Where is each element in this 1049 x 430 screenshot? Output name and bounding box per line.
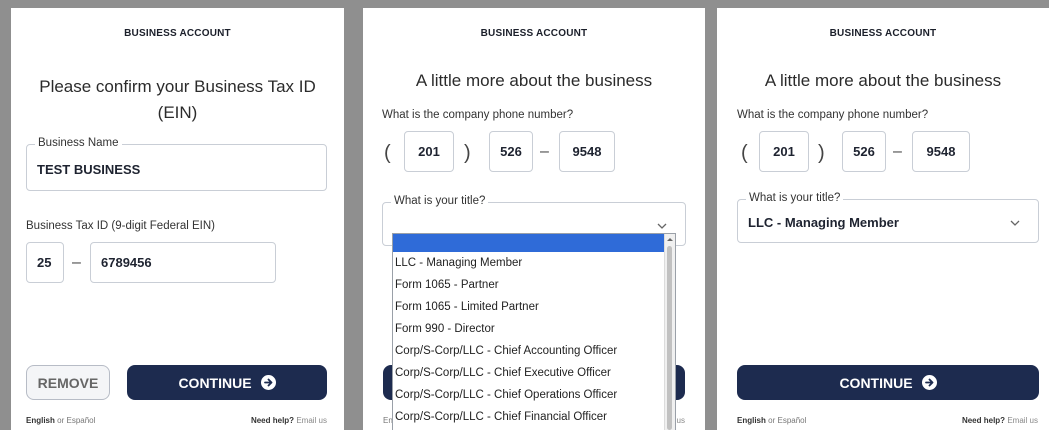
line-number-input[interactable]: 9548 (912, 131, 970, 172)
chevron-down-icon (657, 223, 667, 229)
chevron-down-icon (1010, 220, 1020, 226)
email-us-link[interactable]: Email us (1007, 416, 1038, 425)
spanish-link[interactable]: Español (777, 416, 806, 425)
language-switch: English or Español (737, 416, 806, 425)
business-details-panel-dropdown-open: BUSINESS ACCOUNT A little more about the… (363, 8, 705, 430)
need-help-text: Need help? (961, 416, 1006, 425)
arrow-right-circle-icon (260, 375, 276, 390)
phone-dash: – (540, 143, 549, 160)
business-name-field[interactable]: Business Name TEST BUSINESS (26, 137, 327, 191)
close-paren: ) (464, 142, 471, 164)
continue-button[interactable]: CONTINUE (737, 365, 1039, 400)
title-select-label: What is your title? (746, 192, 844, 204)
phone-label: What is the company phone number? (737, 109, 929, 121)
panel-heading: BUSINESS ACCOUNT (829, 28, 937, 39)
language-or: or (57, 416, 65, 425)
line-number-input[interactable]: 9548 (559, 131, 615, 172)
page-title: A little more about the business (764, 71, 1002, 90)
option-chief-executive-officer[interactable]: Corp/S-Corp/LLC - Chief Executive Office… (393, 362, 675, 384)
page-title-line-1: Please confirm your Business Tax ID (39, 77, 316, 96)
option-form-1065-partner[interactable]: Form 1065 - Partner (393, 274, 675, 296)
scrollbar-thumb[interactable] (667, 246, 672, 430)
continue-button[interactable]: CONTINUE (127, 365, 327, 400)
language-or: or (768, 416, 776, 425)
panel-heading: BUSINESS ACCOUNT (480, 28, 588, 39)
option-form-1065-limited-partner[interactable]: Form 1065 - Limited Partner (393, 296, 675, 318)
ein-suffix-input[interactable]: 6789456 (90, 242, 276, 283)
arrow-right-circle-icon (921, 375, 937, 390)
open-paren: ( (741, 142, 748, 164)
title-options-list[interactable]: LLC - Managing Member Form 1065 - Partne… (392, 233, 676, 430)
phone-prefix-input[interactable]: 526 (842, 131, 886, 172)
help-footer: Need help? Email us (962, 416, 1038, 425)
option-chief-financial-officer[interactable]: Corp/S-Corp/LLC - Chief Financial Office… (393, 406, 675, 428)
option-llc-managing-member[interactable]: LLC - Managing Member (393, 252, 675, 274)
phone-label: What is the company phone number? (382, 109, 574, 121)
email-us-link[interactable]: Email us (296, 416, 327, 425)
language-switch: English or Español (26, 416, 95, 425)
remove-button[interactable]: REMOVE (26, 365, 110, 400)
area-code-input[interactable]: 201 (404, 131, 454, 172)
continue-label: CONTINUE (178, 374, 252, 391)
help-footer: Need help? Email us (251, 416, 327, 425)
business-name-label: Business Name (35, 137, 122, 149)
panel-heading: BUSINESS ACCOUNT (124, 28, 231, 39)
spanish-link[interactable]: Español (66, 416, 95, 425)
ein-separator: – (72, 254, 81, 271)
phone-dash: – (893, 143, 902, 160)
english-link[interactable]: English (737, 416, 766, 425)
title-select-value: LLC - Managing Member (748, 215, 899, 230)
page-title: Please confirm your Business Tax ID (EIN… (21, 74, 334, 126)
ein-confirmation-panel: BUSINESS ACCOUNT Please confirm your Bus… (11, 8, 344, 430)
business-name-value: TEST BUSINESS (37, 162, 141, 177)
page-title: A little more about the business (415, 71, 653, 90)
phone-prefix-input[interactable]: 526 (489, 131, 533, 172)
ein-label: Business Tax ID (9-digit Federal EIN) (26, 220, 215, 232)
ein-prefix-input[interactable]: 25 (26, 242, 64, 283)
page-title-line-2: (EIN) (157, 103, 198, 122)
title-select[interactable]: What is your title? LLC - Managing Membe… (737, 192, 1039, 243)
english-link[interactable]: English (26, 416, 55, 425)
dropdown-scrollbar[interactable] (664, 234, 675, 430)
scroll-up-arrow-icon[interactable] (666, 236, 674, 242)
close-paren: ) (818, 142, 825, 164)
need-help-text: Need help? (250, 416, 295, 425)
title-select-label: What is your title? (391, 195, 489, 207)
blank-option-highlighted[interactable] (393, 234, 675, 252)
email-us-fragment[interactable]: us (677, 416, 685, 425)
option-chief-accounting-officer[interactable]: Corp/S-Corp/LLC - Chief Accounting Offic… (393, 340, 675, 362)
business-details-panel-selected: BUSINESS ACCOUNT A little more about the… (717, 8, 1049, 430)
option-chief-operations-officer[interactable]: Corp/S-Corp/LLC - Chief Operations Offic… (393, 384, 675, 406)
option-form-990-director[interactable]: Form 990 - Director (393, 318, 675, 340)
open-paren: ( (384, 142, 391, 164)
area-code-input[interactable]: 201 (759, 131, 809, 172)
continue-label: CONTINUE (839, 374, 913, 391)
